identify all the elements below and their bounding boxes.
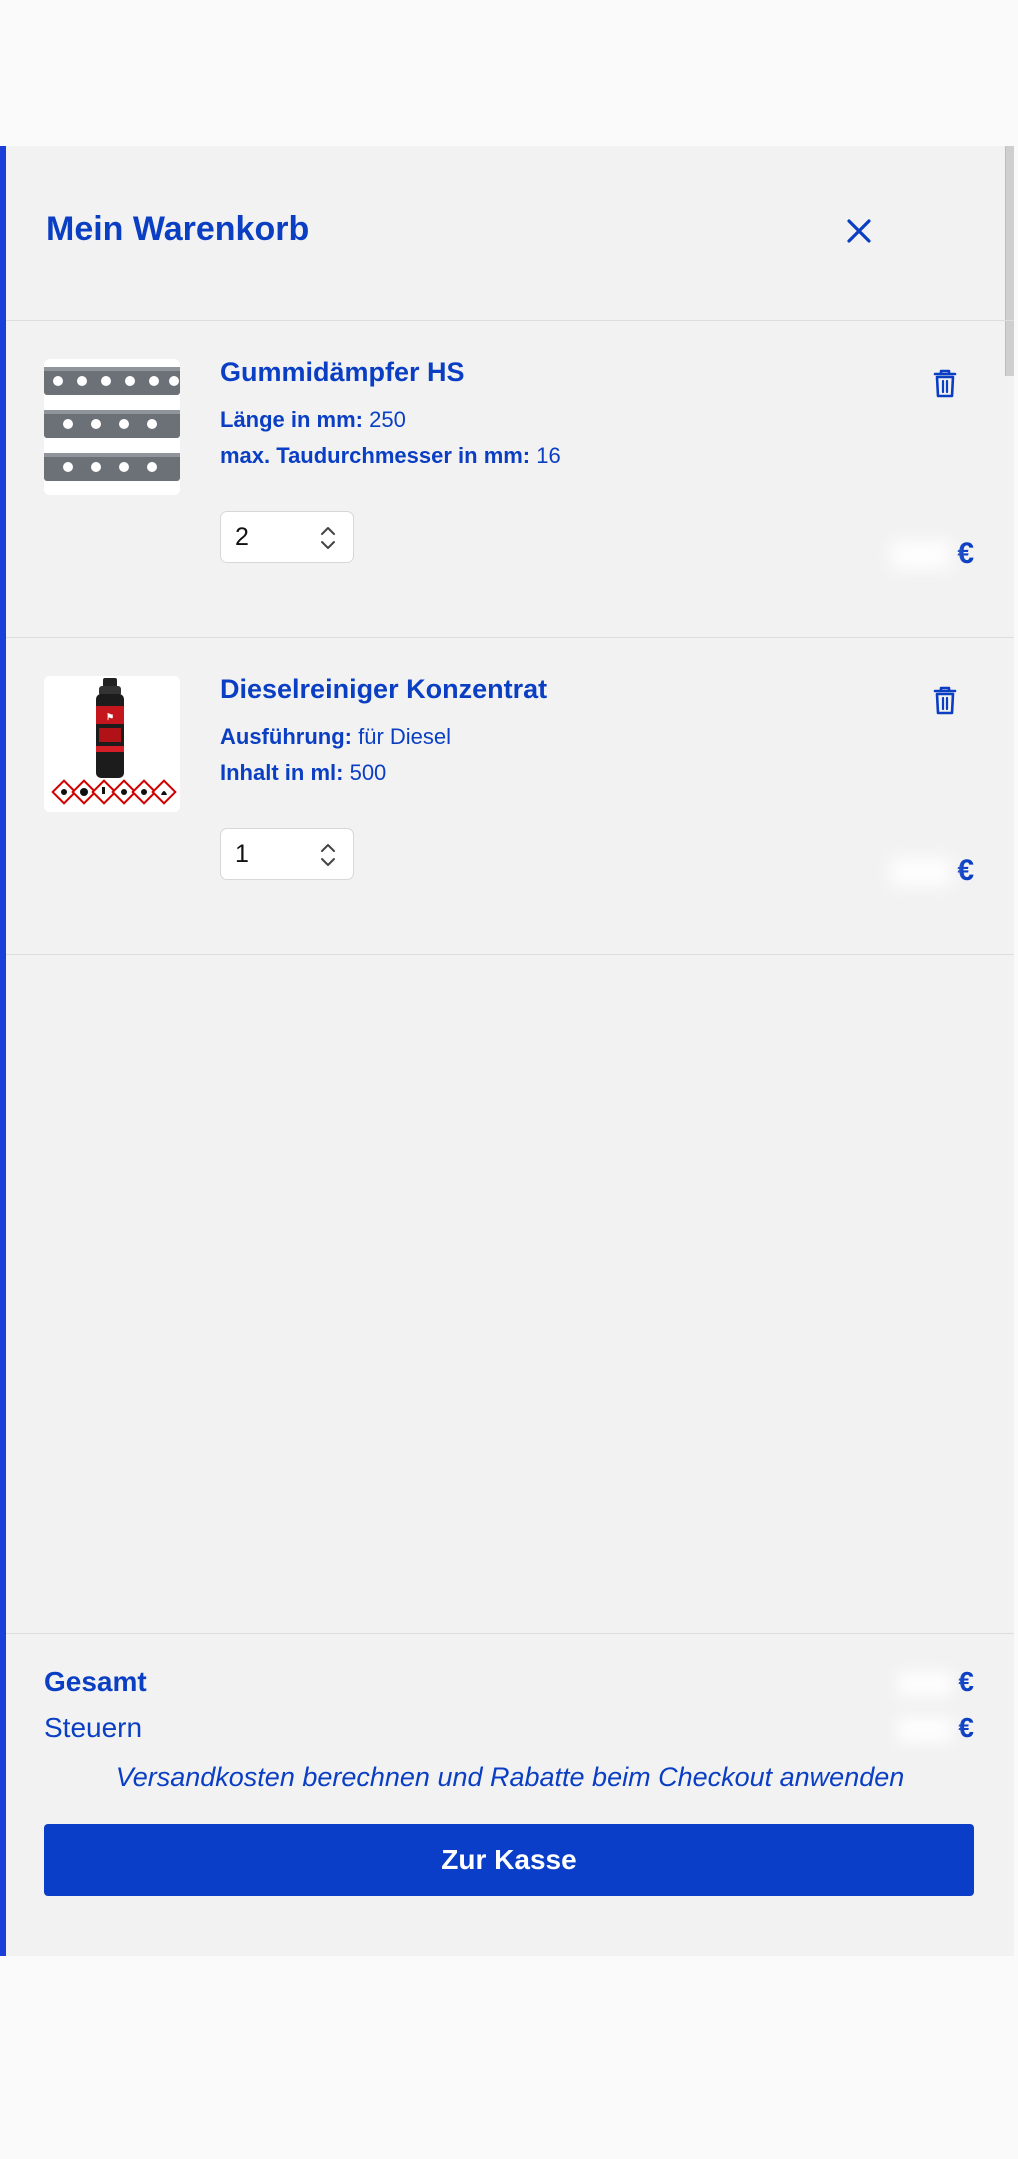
tax-currency: €	[958, 1712, 974, 1743]
checkout-button[interactable]: Zur Kasse	[44, 1824, 974, 1896]
remove-item-button[interactable]	[928, 682, 962, 720]
quantity-stepper[interactable]: 2	[220, 511, 354, 563]
close-icon	[847, 219, 871, 243]
spray-can-image: ⚑	[44, 676, 180, 812]
cart-item: ⚑ Dieselreiniger Konzentrat Ausführung: …	[6, 638, 1014, 955]
tax-label: Steuern	[44, 1712, 143, 1743]
quantity-stepper[interactable]: 1	[220, 828, 354, 880]
attribute-key: Länge in mm:	[220, 407, 364, 432]
product-attribute: Ausführung: für Diesel	[220, 724, 451, 750]
total-redacted	[898, 1671, 953, 1696]
item-price: €	[891, 537, 974, 571]
attribute-key: max. Taudurchmesser in mm:	[220, 443, 531, 468]
product-name[interactable]: Dieselreiniger Konzentrat	[220, 674, 547, 705]
tax-row: Steuern €	[44, 1712, 974, 1752]
price-redacted	[891, 858, 952, 887]
price-currency: €	[957, 537, 974, 570]
quantity-value[interactable]: 2	[235, 523, 249, 552]
tax-value: €	[898, 1712, 974, 1744]
item-price: €	[891, 854, 974, 888]
tax-redacted	[898, 1717, 953, 1742]
cart-drawer: Mein Warenkorb Gummidämpfer HS Länge in …	[6, 146, 1014, 1956]
chevron-updown-icon[interactable]	[319, 841, 337, 869]
product-image[interactable]	[44, 359, 180, 495]
attribute-value: 16	[536, 443, 561, 468]
cart-summary: Gesamt € Steuern € Versandkosten berechn…	[6, 1633, 1014, 1957]
rubber-damper-image	[44, 359, 180, 495]
svg-text:⚑: ⚑	[106, 712, 114, 722]
price-redacted	[891, 541, 952, 570]
chevron-updown-icon[interactable]	[319, 524, 337, 552]
product-name[interactable]: Gummidämpfer HS	[220, 357, 465, 388]
trash-icon	[933, 686, 957, 715]
cart-item: Gummidämpfer HS Länge in mm: 250 max. Ta…	[6, 321, 1014, 638]
product-attribute: max. Taudurchmesser in mm: 16	[220, 443, 561, 469]
shipping-note: Versandkosten berechnen und Rabatte beim…	[115, 1762, 905, 1792]
attribute-value: 250	[369, 407, 406, 432]
remove-item-button[interactable]	[928, 365, 962, 403]
total-row: Gesamt €	[44, 1666, 974, 1706]
price-currency: €	[957, 854, 974, 887]
quantity-value[interactable]: 1	[235, 840, 249, 869]
page: Mein Warenkorb Gummidämpfer HS Länge in …	[0, 0, 1018, 2159]
total-label: Gesamt	[44, 1666, 147, 1697]
attribute-value: 500	[349, 760, 387, 785]
product-attribute: Länge in mm: 250	[220, 407, 406, 433]
attribute-value: für Diesel	[358, 724, 452, 749]
product-attribute: Inhalt in ml: 500	[220, 760, 386, 786]
page-title: Mein Warenkorb	[46, 210, 310, 248]
total-value: €	[898, 1666, 974, 1698]
attribute-key: Inhalt in ml:	[220, 760, 344, 785]
cart-header: Mein Warenkorb	[6, 146, 1014, 321]
product-image[interactable]: ⚑	[44, 676, 180, 812]
attribute-key: Ausführung:	[220, 724, 352, 749]
trash-icon	[933, 369, 957, 398]
close-button[interactable]	[836, 208, 882, 254]
total-currency: €	[958, 1666, 974, 1697]
